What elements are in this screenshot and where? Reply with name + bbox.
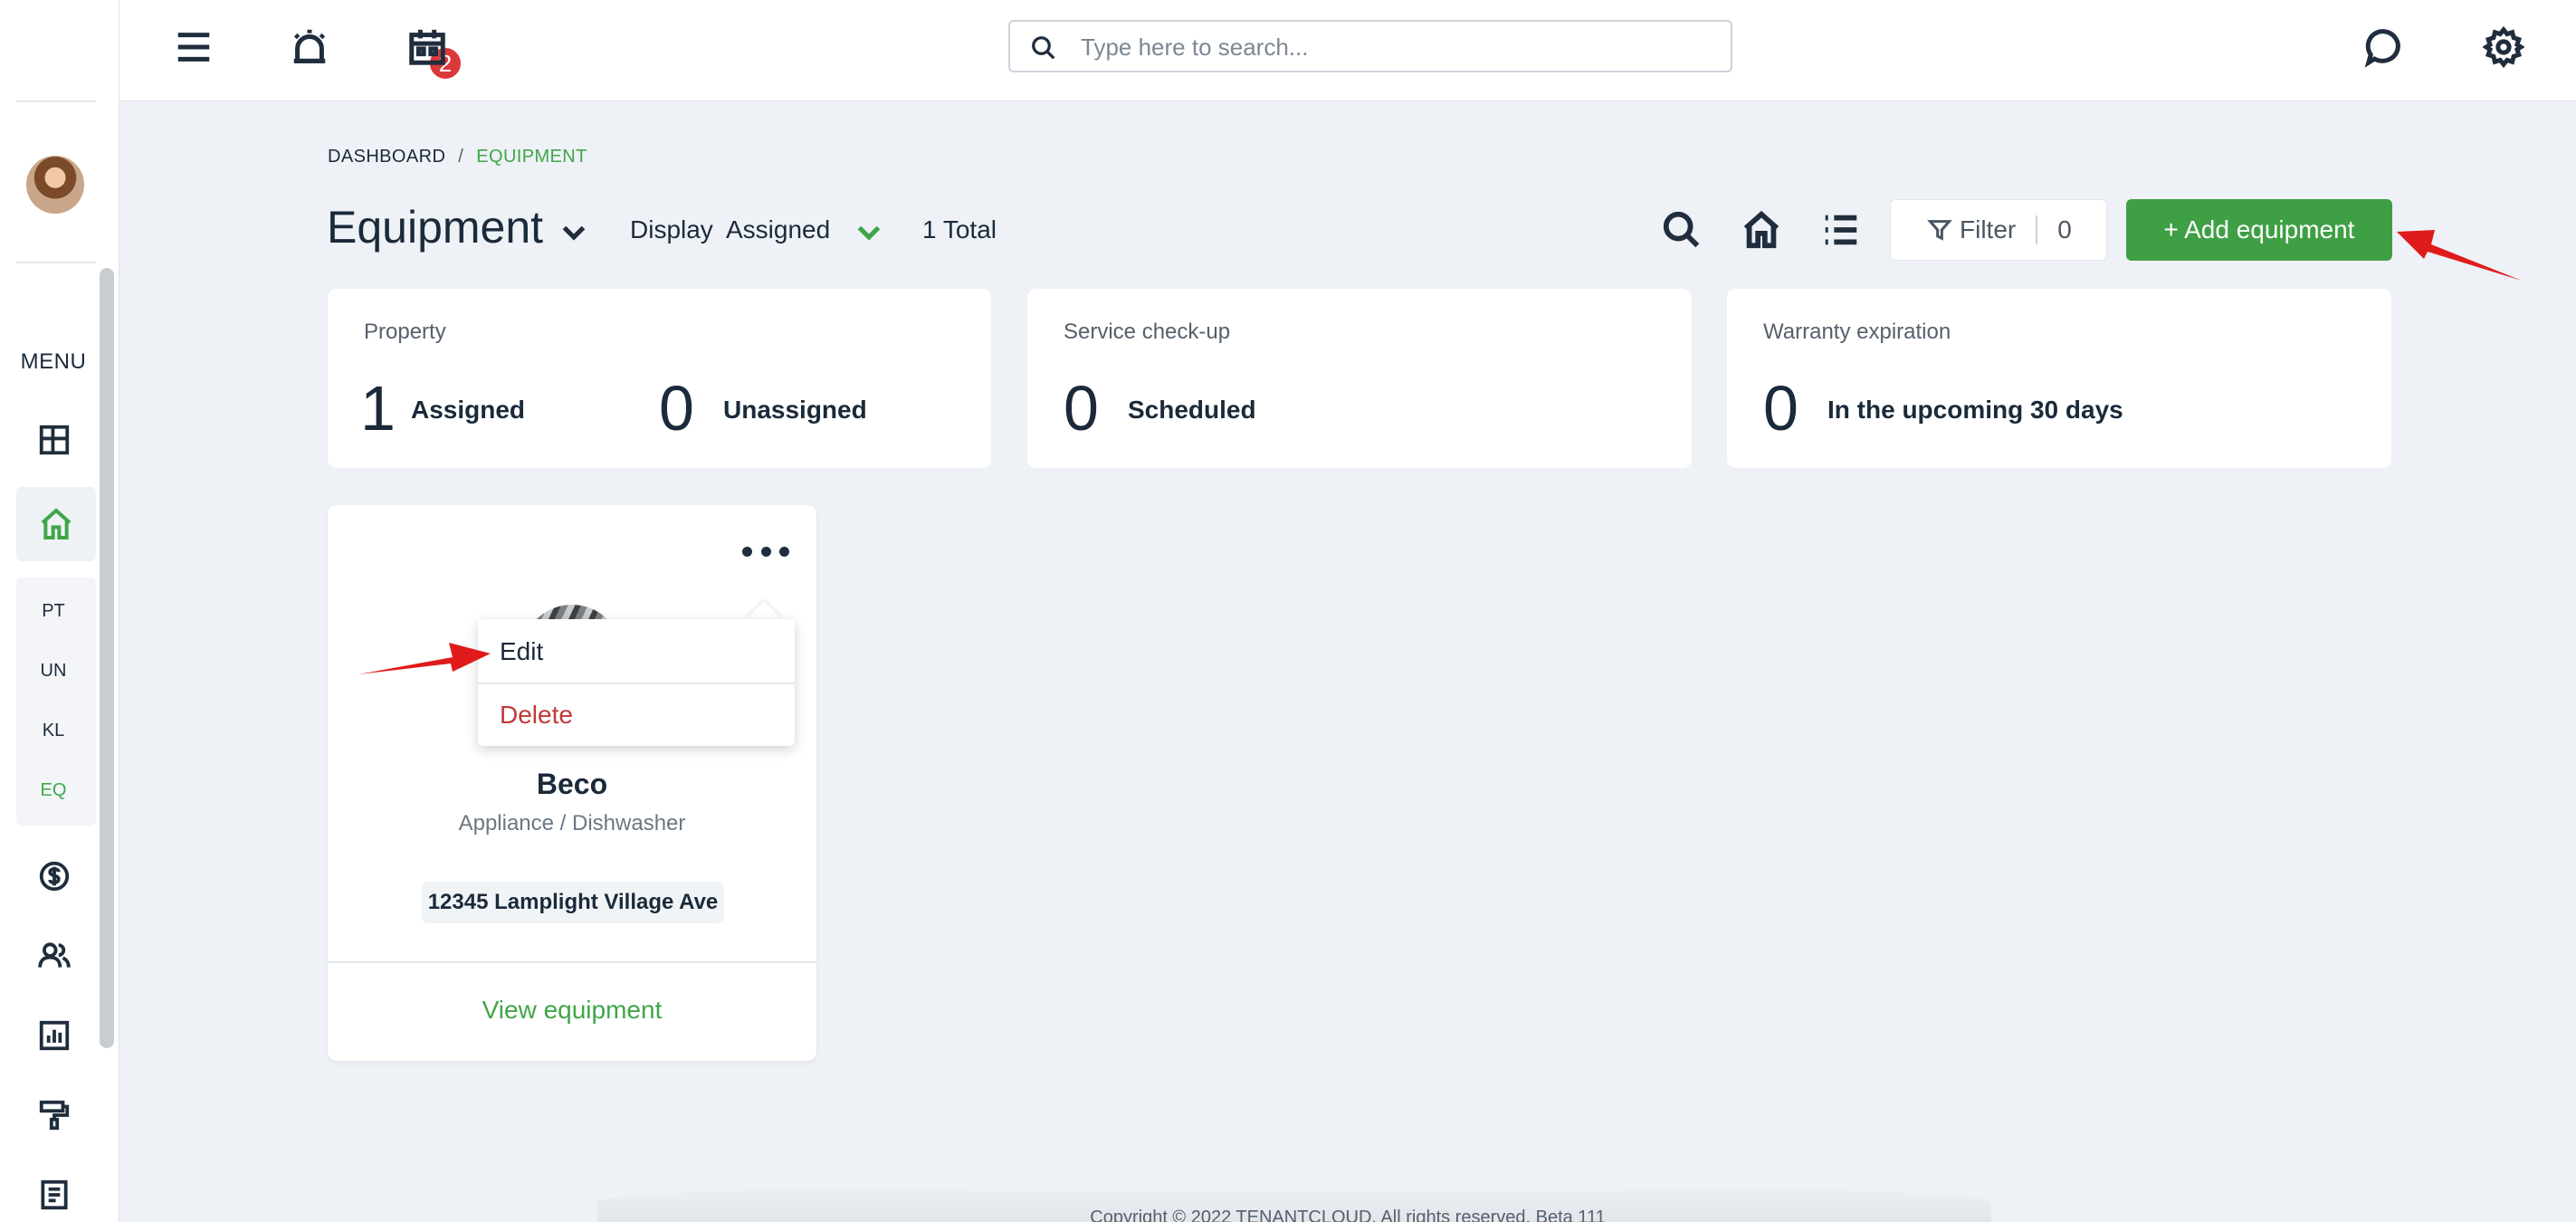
alarm-icon[interactable] xyxy=(282,20,337,74)
stat-title: Service check-up xyxy=(1064,320,1231,344)
page-title: Equipment xyxy=(327,202,544,253)
calendar-icon[interactable] xyxy=(400,20,454,74)
equipment-address[interactable]: 12345 Lamplight Village Ave xyxy=(422,882,724,923)
equipment-name: Beco xyxy=(536,768,608,800)
more-options-icon[interactable] xyxy=(742,538,789,565)
sidebar-item-eq[interactable]: EQ xyxy=(0,780,107,801)
filter-button[interactable]: Filter 0 xyxy=(1890,199,2107,261)
home-icon xyxy=(41,508,72,539)
annotation-arrow-icon xyxy=(358,643,491,674)
edit-menu-item[interactable]: Edit xyxy=(478,621,795,683)
report-icon[interactable] xyxy=(27,1008,81,1063)
sidebar-divider xyxy=(16,262,96,263)
people-icon[interactable] xyxy=(27,929,81,983)
sidebar-item-kl[interactable]: KL xyxy=(0,721,107,741)
context-menu: Edit Delete xyxy=(478,619,795,746)
avatar[interactable] xyxy=(26,156,84,214)
total-count: 1 Total xyxy=(922,215,997,243)
assigned-label: Assigned xyxy=(411,396,526,424)
warranty-label: In the upcoming 30 days xyxy=(1827,396,2123,424)
chevron-down-icon[interactable] xyxy=(558,215,590,248)
search-icon xyxy=(1032,36,1055,60)
unassigned-label: Unassigned xyxy=(723,396,867,424)
sidebar: MENU PT UN KL EQ xyxy=(0,0,119,1222)
equipment-card: Beco Appliance / Dishwasher 12345 Lampli… xyxy=(328,505,816,1061)
add-equipment-button[interactable]: + Add equipment xyxy=(2126,199,2392,261)
gear-icon[interactable] xyxy=(2476,20,2531,74)
display-select[interactable]: Assigned xyxy=(726,215,830,244)
sidebar-divider xyxy=(16,100,96,102)
filter-label: Filter xyxy=(1960,215,2017,243)
search-icon[interactable] xyxy=(1656,205,1707,255)
footer-copyright: Copyright © 2022 TENANTCLOUD. All rights… xyxy=(1090,1208,1606,1222)
service-stat-card: Service check-up 0 Scheduled xyxy=(1027,289,1692,468)
dashboard-icon[interactable] xyxy=(27,413,81,467)
stat-title: Property xyxy=(364,320,446,344)
scheduled-label: Scheduled xyxy=(1128,396,1256,424)
sidebar-scrollbar[interactable] xyxy=(100,268,114,1048)
search-input[interactable] xyxy=(1081,29,1714,65)
menu-label: MENU xyxy=(20,349,87,374)
breadcrumb-current: EQUIPMENT xyxy=(476,147,587,167)
annotation-arrow-icon xyxy=(2397,230,2522,281)
top-bar: 2 xyxy=(119,0,2576,101)
scheduled-count: 0 xyxy=(1064,373,1099,444)
filter-divider xyxy=(2036,215,2038,244)
breadcrumb-separator: / xyxy=(458,147,464,167)
chat-icon[interactable] xyxy=(2357,20,2411,74)
property-stat-card: Property 1 Assigned 0 Unassigned xyxy=(328,289,991,468)
delete-menu-item[interactable]: Delete xyxy=(478,684,795,746)
dollar-icon[interactable] xyxy=(27,849,81,903)
paint-roller-icon[interactable] xyxy=(27,1088,81,1142)
funnel-icon xyxy=(1927,220,1952,241)
warranty-stat-card: Warranty expiration 0 In the upcoming 30… xyxy=(1727,289,2391,468)
view-equipment-link[interactable]: View equipment xyxy=(328,996,816,1025)
search-bar[interactable] xyxy=(1008,20,1732,72)
breadcrumb: DASHBOARD / EQUIPMENT xyxy=(328,147,587,167)
stat-title: Warranty expiration xyxy=(1763,320,1951,344)
unassigned-count: 0 xyxy=(659,373,694,444)
sidebar-item-un[interactable]: UN xyxy=(0,661,107,682)
sidebar-item-pt[interactable]: PT xyxy=(0,601,107,622)
equipment-category: Appliance / Dishwasher xyxy=(458,811,686,835)
breadcrumb-dashboard[interactable]: DASHBOARD xyxy=(328,147,445,167)
chevron-down-icon[interactable] xyxy=(853,215,885,248)
filter-count: 0 xyxy=(2057,215,2072,243)
card-divider xyxy=(328,961,816,963)
assigned-count: 1 xyxy=(360,373,396,444)
home-icon[interactable] xyxy=(1736,205,1787,255)
hamburger-icon[interactable] xyxy=(167,20,221,74)
display-label: Display xyxy=(630,215,713,243)
list-view-icon[interactable] xyxy=(1816,205,1866,255)
warranty-count: 0 xyxy=(1763,373,1798,444)
sidebar-item-properties[interactable] xyxy=(16,487,96,561)
